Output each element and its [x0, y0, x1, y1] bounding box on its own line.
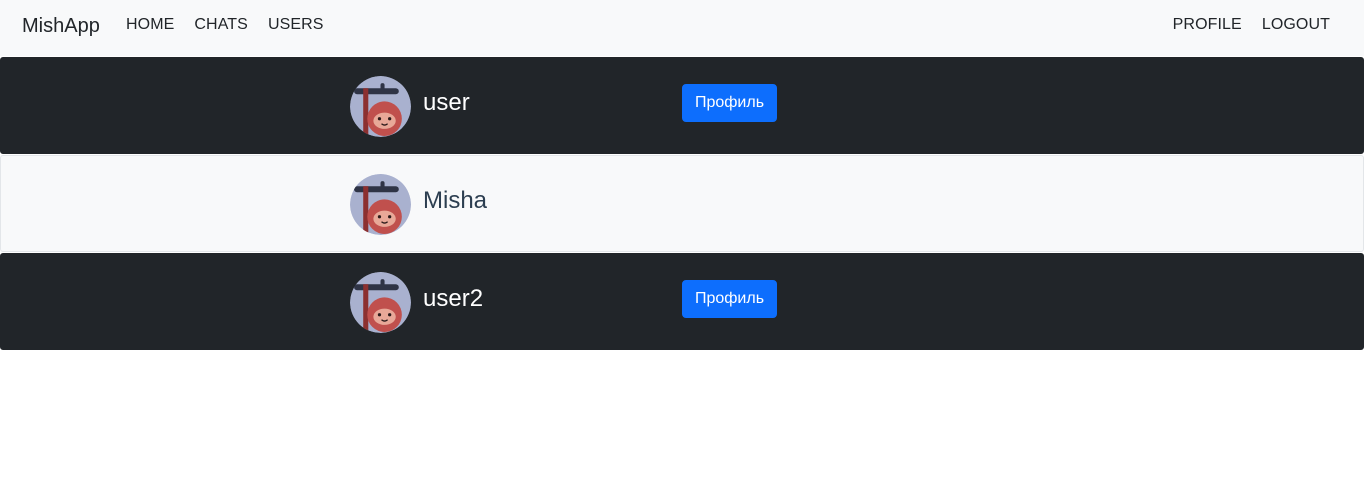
user-row: Misha	[0, 155, 1364, 252]
user-list: user Профиль Misha user2 Профиль	[0, 57, 1364, 351]
user-row: user Профиль	[0, 57, 1364, 154]
username: user	[423, 89, 470, 116]
brand-logo[interactable]: MishApp	[22, 13, 100, 39]
nav-link-home[interactable]: HOME	[126, 15, 174, 35]
user-row: user2 Профиль	[0, 253, 1364, 350]
nav-link-users[interactable]: USERS	[268, 15, 324, 35]
nav-link-chats[interactable]: CHATS	[194, 15, 248, 35]
nav-link-logout[interactable]: LOGOUT	[1262, 15, 1330, 35]
nav-left-links: HOME CHATS USERS	[126, 15, 324, 35]
nav-right-links: PROFILE LOGOUT	[1173, 15, 1330, 35]
sloth-avatar-icon	[350, 272, 411, 333]
nav-link-profile[interactable]: PROFILE	[1173, 15, 1242, 35]
sloth-avatar-icon	[350, 174, 411, 235]
sloth-avatar-icon	[350, 76, 411, 137]
profile-button[interactable]: Профиль	[682, 84, 777, 122]
username: user2	[423, 285, 484, 312]
profile-button[interactable]: Профиль	[682, 280, 777, 318]
username: Misha	[423, 187, 488, 214]
navbar: MishApp HOME CHATS USERS PROFILE LOGOUT	[0, 0, 1364, 56]
